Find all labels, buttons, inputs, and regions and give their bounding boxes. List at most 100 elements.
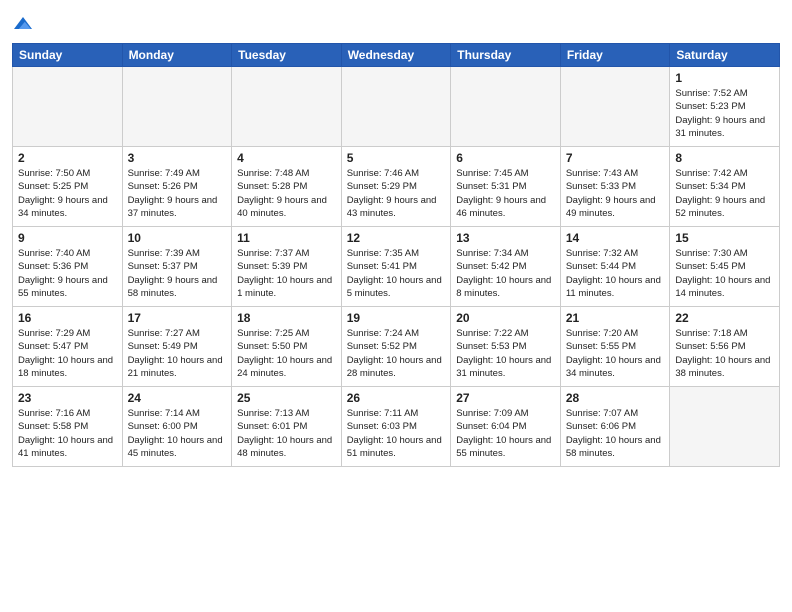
calendar-cell: 21 Sunrise: 7:20 AM Sunset: 5:55 PM Dayli… <box>560 307 670 387</box>
day-detail: Sunrise: 7:34 AM Sunset: 5:42 PM Dayligh… <box>456 247 555 300</box>
day-detail: Sunrise: 7:07 AM Sunset: 6:06 PM Dayligh… <box>566 407 665 460</box>
weekday-header-tuesday: Tuesday <box>232 44 342 67</box>
day-number: 28 <box>566 391 665 405</box>
weekday-header-wednesday: Wednesday <box>341 44 451 67</box>
day-detail: Sunrise: 7:52 AM Sunset: 5:23 PM Dayligh… <box>675 87 774 140</box>
day-number: 10 <box>128 231 227 245</box>
calendar-cell: 13 Sunrise: 7:34 AM Sunset: 5:42 PM Dayli… <box>451 227 561 307</box>
calendar-cell: 27 Sunrise: 7:09 AM Sunset: 6:04 PM Dayli… <box>451 387 561 467</box>
day-number: 16 <box>18 311 117 325</box>
day-number: 14 <box>566 231 665 245</box>
day-number: 5 <box>347 151 446 165</box>
calendar-page: SundayMondayTuesdayWednesdayThursdayFrid… <box>0 0 792 612</box>
day-detail: Sunrise: 7:43 AM Sunset: 5:33 PM Dayligh… <box>566 167 665 220</box>
calendar-cell: 8 Sunrise: 7:42 AM Sunset: 5:34 PM Daylig… <box>670 147 780 227</box>
day-detail: Sunrise: 7:20 AM Sunset: 5:55 PM Dayligh… <box>566 327 665 380</box>
calendar-cell: 6 Sunrise: 7:45 AM Sunset: 5:31 PM Daylig… <box>451 147 561 227</box>
calendar-cell: 26 Sunrise: 7:11 AM Sunset: 6:03 PM Dayli… <box>341 387 451 467</box>
day-detail: Sunrise: 7:32 AM Sunset: 5:44 PM Dayligh… <box>566 247 665 300</box>
weekday-header-thursday: Thursday <box>451 44 561 67</box>
day-number: 26 <box>347 391 446 405</box>
week-row-3: 9Sunrise: 7:40 AM Sunset: 5:36 PM Daylig… <box>13 227 780 307</box>
weekday-header-row: SundayMondayTuesdayWednesdayThursdayFrid… <box>13 44 780 67</box>
day-detail: Sunrise: 7:18 AM Sunset: 5:56 PM Dayligh… <box>675 327 774 380</box>
day-detail: Sunrise: 7:13 AM Sunset: 6:01 PM Dayligh… <box>237 407 336 460</box>
day-detail: Sunrise: 7:09 AM Sunset: 6:04 PM Dayligh… <box>456 407 555 460</box>
day-number: 7 <box>566 151 665 165</box>
day-detail: Sunrise: 7:24 AM Sunset: 5:52 PM Dayligh… <box>347 327 446 380</box>
calendar-cell: 5 Sunrise: 7:46 AM Sunset: 5:29 PM Daylig… <box>341 147 451 227</box>
calendar-cell: 25 Sunrise: 7:13 AM Sunset: 6:01 PM Dayli… <box>232 387 342 467</box>
calendar-cell: 9Sunrise: 7:40 AM Sunset: 5:36 PM Daylig… <box>13 227 123 307</box>
calendar-cell: 17 Sunrise: 7:27 AM Sunset: 5:49 PM Dayli… <box>122 307 232 387</box>
day-number: 22 <box>675 311 774 325</box>
calendar-cell <box>451 67 561 147</box>
day-number: 27 <box>456 391 555 405</box>
calendar-cell: 16 Sunrise: 7:29 AM Sunset: 5:47 PM Dayli… <box>13 307 123 387</box>
day-number: 18 <box>237 311 336 325</box>
day-number: 9 <box>18 231 117 245</box>
calendar-cell <box>232 67 342 147</box>
day-detail: Sunrise: 7:14 AM Sunset: 6:00 PM Dayligh… <box>128 407 227 460</box>
day-number: 11 <box>237 231 336 245</box>
day-detail: Sunrise: 7:45 AM Sunset: 5:31 PM Dayligh… <box>456 167 555 220</box>
calendar-cell: 3Sunrise: 7:49 AM Sunset: 5:26 PM Daylig… <box>122 147 232 227</box>
day-detail: Sunrise: 7:22 AM Sunset: 5:53 PM Dayligh… <box>456 327 555 380</box>
day-number: 2 <box>18 151 117 165</box>
weekday-header-saturday: Saturday <box>670 44 780 67</box>
calendar-cell: 2Sunrise: 7:50 AM Sunset: 5:25 PM Daylig… <box>13 147 123 227</box>
week-row-5: 23Sunrise: 7:16 AM Sunset: 5:58 PM Dayli… <box>13 387 780 467</box>
logo-icon <box>14 14 32 32</box>
calendar-cell: 7 Sunrise: 7:43 AM Sunset: 5:33 PM Daylig… <box>560 147 670 227</box>
day-number: 20 <box>456 311 555 325</box>
day-number: 19 <box>347 311 446 325</box>
day-detail: Sunrise: 7:30 AM Sunset: 5:45 PM Dayligh… <box>675 247 774 300</box>
calendar-cell: 12Sunrise: 7:35 AM Sunset: 5:41 PM Dayli… <box>341 227 451 307</box>
header <box>12 10 780 37</box>
day-detail: Sunrise: 7:48 AM Sunset: 5:28 PM Dayligh… <box>237 167 336 220</box>
calendar-cell: 23Sunrise: 7:16 AM Sunset: 5:58 PM Dayli… <box>13 387 123 467</box>
day-number: 1 <box>675 71 774 85</box>
logo <box>12 14 32 37</box>
weekday-header-sunday: Sunday <box>13 44 123 67</box>
day-number: 25 <box>237 391 336 405</box>
calendar-cell: 28 Sunrise: 7:07 AM Sunset: 6:06 PM Dayli… <box>560 387 670 467</box>
calendar-cell: 24 Sunrise: 7:14 AM Sunset: 6:00 PM Dayli… <box>122 387 232 467</box>
day-number: 21 <box>566 311 665 325</box>
day-detail: Sunrise: 7:29 AM Sunset: 5:47 PM Dayligh… <box>18 327 117 380</box>
day-number: 17 <box>128 311 227 325</box>
calendar-cell: 1 Sunrise: 7:52 AM Sunset: 5:23 PM Daylig… <box>670 67 780 147</box>
week-row-4: 16 Sunrise: 7:29 AM Sunset: 5:47 PM Dayli… <box>13 307 780 387</box>
day-number: 12 <box>347 231 446 245</box>
day-detail: Sunrise: 7:27 AM Sunset: 5:49 PM Dayligh… <box>128 327 227 380</box>
calendar-cell: 15 Sunrise: 7:30 AM Sunset: 5:45 PM Dayli… <box>670 227 780 307</box>
week-row-1: 1 Sunrise: 7:52 AM Sunset: 5:23 PM Daylig… <box>13 67 780 147</box>
day-detail: Sunrise: 7:46 AM Sunset: 5:29 PM Dayligh… <box>347 167 446 220</box>
day-number: 4 <box>237 151 336 165</box>
day-number: 15 <box>675 231 774 245</box>
calendar-cell: 14 Sunrise: 7:32 AM Sunset: 5:44 PM Dayli… <box>560 227 670 307</box>
day-number: 23 <box>18 391 117 405</box>
day-detail: Sunrise: 7:42 AM Sunset: 5:34 PM Dayligh… <box>675 167 774 220</box>
day-number: 13 <box>456 231 555 245</box>
weekday-header-friday: Friday <box>560 44 670 67</box>
calendar-cell: 4 Sunrise: 7:48 AM Sunset: 5:28 PM Daylig… <box>232 147 342 227</box>
day-number: 6 <box>456 151 555 165</box>
calendar-cell <box>13 67 123 147</box>
day-number: 3 <box>128 151 227 165</box>
week-row-2: 2Sunrise: 7:50 AM Sunset: 5:25 PM Daylig… <box>13 147 780 227</box>
day-detail: Sunrise: 7:11 AM Sunset: 6:03 PM Dayligh… <box>347 407 446 460</box>
calendar-cell: 20 Sunrise: 7:22 AM Sunset: 5:53 PM Dayli… <box>451 307 561 387</box>
calendar-cell <box>341 67 451 147</box>
calendar-cell <box>670 387 780 467</box>
day-number: 8 <box>675 151 774 165</box>
calendar-cell: 22 Sunrise: 7:18 AM Sunset: 5:56 PM Dayli… <box>670 307 780 387</box>
calendar-cell <box>560 67 670 147</box>
day-number: 24 <box>128 391 227 405</box>
day-detail: Sunrise: 7:37 AM Sunset: 5:39 PM Dayligh… <box>237 247 336 300</box>
calendar-table: SundayMondayTuesdayWednesdayThursdayFrid… <box>12 43 780 467</box>
calendar-cell <box>122 67 232 147</box>
calendar-cell: 19 Sunrise: 7:24 AM Sunset: 5:52 PM Dayli… <box>341 307 451 387</box>
calendar-cell: 10 Sunrise: 7:39 AM Sunset: 5:37 PM Dayli… <box>122 227 232 307</box>
day-detail: Sunrise: 7:39 AM Sunset: 5:37 PM Dayligh… <box>128 247 227 300</box>
